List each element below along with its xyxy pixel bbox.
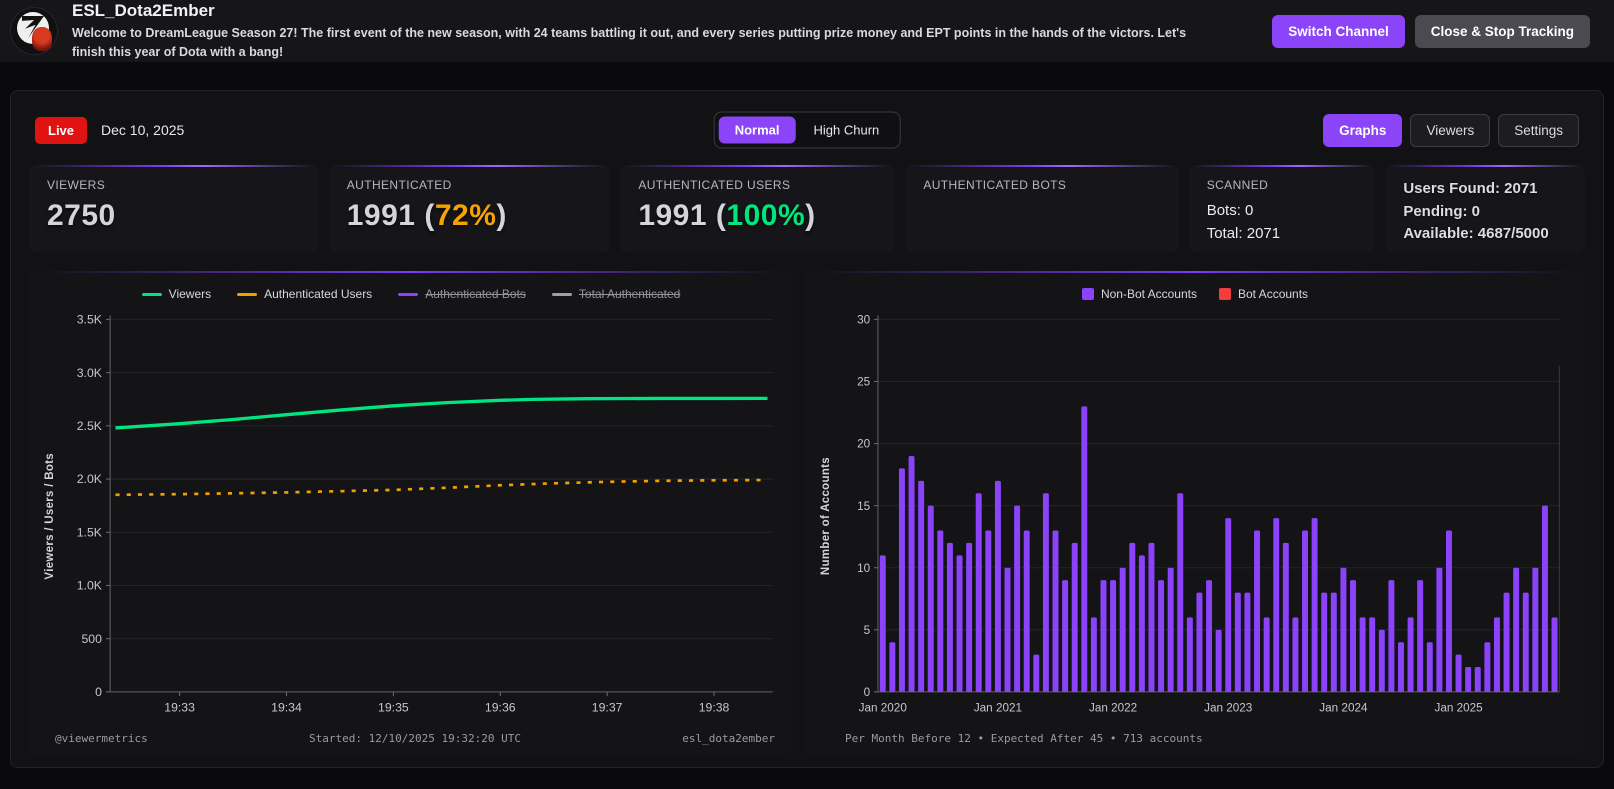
svg-text:2.0K: 2.0K <box>77 472 103 486</box>
svg-text:Jan 2025: Jan 2025 <box>1434 700 1482 714</box>
svg-text:10: 10 <box>857 561 870 575</box>
bar-chart-y-axis-label: Number of Accounts <box>820 456 832 576</box>
toolbar: Live Dec 10, 2025 Normal High Churn Grap… <box>35 111 1579 149</box>
auth-bots-line-swatch-icon <box>398 292 419 296</box>
total-auth-line-swatch-icon <box>551 292 572 296</box>
bar-chart-footer: Per Month Before 12 • Expected After 45 … <box>845 731 1203 745</box>
stat-value-viewers: 2750 <box>47 199 116 232</box>
stat-label: VIEWERS <box>47 178 106 192</box>
scanned-total: Total: 2071 <box>1206 225 1281 243</box>
stat-card-quota: Users Found: 2071 Pending: 0 Available: … <box>1385 165 1586 253</box>
tab-viewers[interactable]: Viewers <box>1410 113 1491 147</box>
channel-description: Welcome to DreamLeague Season 27! The fi… <box>72 26 1187 59</box>
channel-title: ESL_Dota2Ember <box>72 1 215 21</box>
stream-date: Dec 10, 2025 <box>101 122 185 138</box>
stat-card-authenticated: AUTHENTICATED 1991 (72%) <box>328 165 611 253</box>
mode-option-normal[interactable]: Normal <box>718 116 796 144</box>
footer-started: Started: 12/10/2025 19:32:20 UTC <box>309 731 521 745</box>
svg-text:25: 25 <box>857 374 870 388</box>
stats-row: VIEWERS 2750 AUTHENTICATED 1991 (72%) AU… <box>29 165 1586 253</box>
stat-card-authenticated-bots: AUTHENTICATED BOTS <box>905 165 1179 253</box>
viewers-line-swatch-icon <box>141 292 162 296</box>
stat-label: AUTHENTICATED USERS <box>638 178 791 192</box>
stat-label: AUTHENTICATED BOTS <box>923 178 1067 192</box>
stat-value-authenticated-users: 1991 (100%) <box>638 199 816 232</box>
svg-text:19:36: 19:36 <box>485 700 516 714</box>
svg-text:15: 15 <box>857 498 870 512</box>
svg-text:30: 30 <box>857 312 870 326</box>
switch-channel-button[interactable]: Switch Channel <box>1272 14 1405 48</box>
accounts-bar-chart-panel: Non-Bot Accounts Bot Accounts Number of … <box>805 271 1585 755</box>
svg-text:Jan 2024: Jan 2024 <box>1319 700 1367 714</box>
non-bot-swatch-icon <box>1081 288 1094 300</box>
legend-item-authenticated-users[interactable]: Authenticated Users <box>237 287 372 301</box>
line-chart-y-axis-label: Viewers / Users / Bots <box>44 452 56 580</box>
bar-chart-legend: Non-Bot Accounts Bot Accounts <box>817 283 1573 305</box>
mascot-icon <box>32 27 52 51</box>
svg-text:2.5K: 2.5K <box>77 419 103 433</box>
charts-row: Viewers Authenticated Users Authenticate… <box>29 271 1585 755</box>
auth-users-line-swatch-icon <box>237 292 258 296</box>
channel-avatar <box>10 7 58 55</box>
line-chart-footer: @viewermetrics Started: 12/10/2025 19:32… <box>41 729 781 747</box>
viewers-line-chart-panel: Viewers Authenticated Users Authenticate… <box>29 271 793 755</box>
app-header: ESL_Dota2Ember Welcome to DreamLeague Se… <box>0 0 1614 62</box>
svg-text:19:35: 19:35 <box>378 700 409 714</box>
mode-option-high-churn[interactable]: High Churn <box>798 117 896 144</box>
legend-item-viewers[interactable]: Viewers <box>141 287 211 301</box>
tab-settings[interactable]: Settings <box>1498 113 1579 147</box>
svg-text:1.0K: 1.0K <box>77 579 103 593</box>
svg-text:5: 5 <box>864 623 871 637</box>
legend-item-total-authenticated[interactable]: Total Authenticated <box>551 287 680 301</box>
live-badge: Live <box>35 116 88 144</box>
footer-channel: esl_dota2ember <box>682 731 775 745</box>
scanned-bots: Bots: 0 <box>1206 202 1254 219</box>
svg-text:0: 0 <box>95 685 102 699</box>
legend-item-bot-accounts[interactable]: Bot Accounts <box>1219 287 1308 301</box>
auth-users-percent: 100% <box>726 199 806 232</box>
legend-item-authenticated-bots[interactable]: Authenticated Bots <box>398 287 526 301</box>
svg-text:19:38: 19:38 <box>699 700 730 714</box>
svg-text:Jan 2020: Jan 2020 <box>859 700 907 714</box>
svg-text:3.5K: 3.5K <box>77 312 103 326</box>
footer-watermark: @viewermetrics <box>55 731 148 745</box>
svg-text:3.0K: 3.0K <box>77 366 103 380</box>
tracking-panel: Live Dec 10, 2025 Normal High Churn Grap… <box>10 90 1604 768</box>
svg-text:0: 0 <box>864 685 871 699</box>
stat-card-scanned: SCANNED Bots: 0 Total: 2071 <box>1188 165 1376 253</box>
svg-text:Jan 2023: Jan 2023 <box>1204 700 1252 714</box>
view-buttons: Graphs Viewers Settings <box>1323 113 1579 147</box>
stat-label: SCANNED <box>1206 178 1269 192</box>
svg-text:1.5K: 1.5K <box>77 525 103 539</box>
svg-text:Jan 2022: Jan 2022 <box>1089 700 1137 714</box>
viewers-line-chart: 0 500 1.0K 1.5K 2.0K 2.5K 3.0K 3.5K 19:33 19:34 19… <box>77 312 773 715</box>
stat-card-authenticated-users: AUTHENTICATED USERS 1991 (100%) <box>620 165 896 253</box>
close-stop-tracking-button[interactable]: Close & Stop Tracking <box>1414 14 1590 48</box>
stat-label: AUTHENTICATED <box>346 178 452 192</box>
svg-text:19:37: 19:37 <box>592 700 623 714</box>
bot-swatch-icon <box>1219 288 1231 300</box>
svg-text:19:33: 19:33 <box>164 700 195 714</box>
svg-text:20: 20 <box>857 436 870 450</box>
tab-graphs[interactable]: Graphs <box>1323 113 1403 147</box>
svg-text:500: 500 <box>81 632 102 646</box>
stat-card-viewers: VIEWERS 2750 <box>29 165 319 253</box>
legend-item-non-bot-accounts[interactable]: Non-Bot Accounts <box>1081 287 1197 301</box>
available: Available: 4687/5000 <box>1403 225 1549 242</box>
svg-text:Jan 2021: Jan 2021 <box>974 700 1022 714</box>
churn-mode-toggle: Normal High Churn <box>713 111 901 149</box>
line-chart-legend: Viewers Authenticated Users Authenticate… <box>41 283 781 305</box>
auth-percent: 72% <box>434 199 497 232</box>
accounts-bar-chart: 0 5 10 15 20 25 30 Jan 2020 Jan 2021 Jan 2022 Jan … <box>857 312 1560 715</box>
users-found: Users Found: 2071 <box>1403 180 1538 197</box>
pending: Pending: 0 <box>1403 202 1480 220</box>
svg-text:19:34: 19:34 <box>271 700 302 714</box>
stat-value-authenticated: 1991 (72%) <box>346 199 507 232</box>
